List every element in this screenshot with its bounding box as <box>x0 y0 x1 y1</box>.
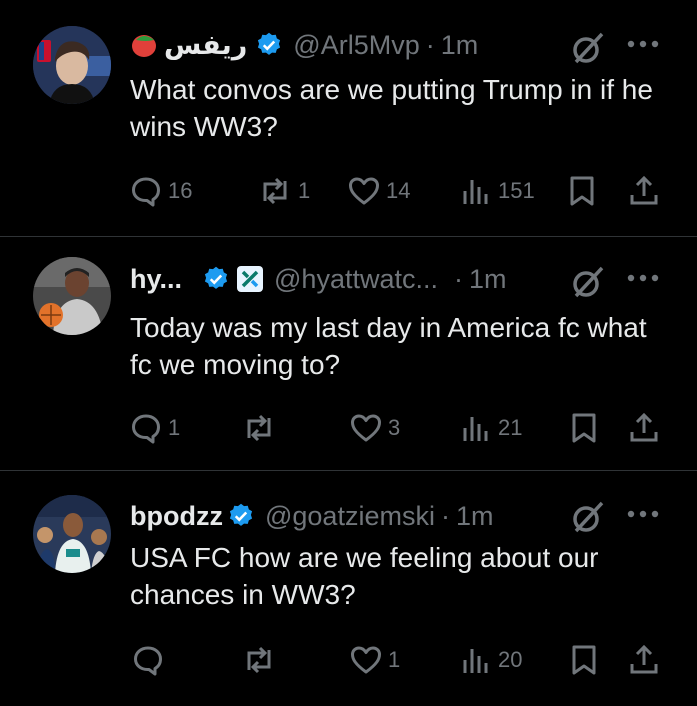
like-button[interactable]: 3 <box>350 408 400 448</box>
views-count: 151 <box>498 178 535 203</box>
bookmark-icon <box>570 644 598 676</box>
display-name[interactable]: bpodzz <box>130 501 223 532</box>
views-button[interactable]: 21 <box>460 408 522 448</box>
tweet-text: USA FC how are we feeling about our chan… <box>130 542 599 610</box>
reply-button[interactable]: 1 <box>130 408 180 448</box>
reply-count: 1 <box>168 415 181 440</box>
bookmark-button[interactable] <box>570 640 598 680</box>
like-button[interactable]: 1 <box>350 640 400 680</box>
grok-icon[interactable] <box>570 30 606 66</box>
like-count: 1 <box>388 647 401 672</box>
tweet-text: Today was my last day in America fc what… <box>130 312 647 380</box>
share-button[interactable] <box>628 408 660 448</box>
share-icon <box>628 644 660 676</box>
like-icon <box>350 413 382 443</box>
views-count: 20 <box>498 647 523 672</box>
flag-emoji-icon <box>130 32 158 58</box>
separator: · <box>440 500 450 531</box>
more-icon[interactable] <box>626 38 660 50</box>
bookmark-button[interactable] <box>568 171 596 211</box>
avatar[interactable] <box>33 26 111 104</box>
share-icon <box>628 412 660 444</box>
repost-icon <box>258 175 292 207</box>
more-icon[interactable] <box>626 508 660 520</box>
reply-count: 16 <box>168 178 193 203</box>
avatar[interactable] <box>33 257 111 335</box>
repost-icon <box>242 412 276 444</box>
repost-icon <box>242 644 276 676</box>
timestamp[interactable]: 1m <box>441 30 479 61</box>
reply-button[interactable]: 16 <box>130 171 192 211</box>
reply-icon <box>132 644 164 676</box>
repost-count: 1 <box>298 178 311 203</box>
tweet-2[interactable]: hy... @hyattwatc... · 1m Today was my la… <box>0 237 697 470</box>
views-icon <box>460 175 492 207</box>
views-button[interactable]: 20 <box>460 640 522 680</box>
views-count: 21 <box>498 415 523 440</box>
share-icon <box>628 175 660 207</box>
timestamp[interactable]: 1m <box>469 264 507 295</box>
repost-button[interactable]: 1 <box>258 171 310 211</box>
like-count: 14 <box>386 178 411 203</box>
separator: · <box>453 263 463 294</box>
views-button[interactable]: 151 <box>460 171 535 211</box>
display-name[interactable]: hy... <box>130 264 182 295</box>
views-icon <box>460 412 492 444</box>
handle[interactable]: @goatziemski <box>265 501 435 532</box>
more-icon[interactable] <box>626 272 660 284</box>
share-button[interactable] <box>628 171 660 211</box>
verified-badge-icon <box>227 502 255 530</box>
grok-icon[interactable] <box>570 264 606 300</box>
avatar[interactable] <box>33 495 111 573</box>
like-count: 3 <box>388 415 401 440</box>
like-icon <box>350 645 382 675</box>
tweet-1[interactable]: ريفس @Arl5Mvp · 1m What convos are we pu… <box>0 0 697 236</box>
tweet-actions: 1 20 <box>130 640 670 680</box>
repost-button[interactable] <box>242 640 282 680</box>
verified-badge-icon <box>255 31 283 59</box>
bookmark-icon <box>568 175 596 207</box>
affiliate-badge-icon <box>236 265 264 293</box>
like-icon <box>348 176 380 206</box>
handle[interactable]: @Arl5Mvp <box>293 30 419 61</box>
repost-button[interactable] <box>242 408 282 448</box>
share-button[interactable] <box>628 640 660 680</box>
tweet-3[interactable]: bpodzz @goatziemski · 1m USA FC how are … <box>0 471 697 706</box>
display-name[interactable]: ريفس <box>164 30 247 61</box>
verified-badge-icon <box>202 265 230 293</box>
tweet-actions: 16 1 14 151 <box>130 171 670 211</box>
tweet-actions: 1 3 21 <box>130 408 670 448</box>
bookmark-button[interactable] <box>570 408 598 448</box>
tweet-text: What convos are we putting Trump in if h… <box>130 74 653 142</box>
views-icon <box>460 644 492 676</box>
reply-icon <box>130 412 162 444</box>
separator: · <box>425 29 435 60</box>
reply-button[interactable] <box>132 640 170 680</box>
reply-icon <box>130 175 162 207</box>
grok-icon[interactable] <box>570 499 606 535</box>
bookmark-icon <box>570 412 598 444</box>
timestamp[interactable]: 1m <box>456 501 494 532</box>
like-button[interactable]: 14 <box>348 171 410 211</box>
handle[interactable]: @hyattwatc... <box>274 264 438 295</box>
